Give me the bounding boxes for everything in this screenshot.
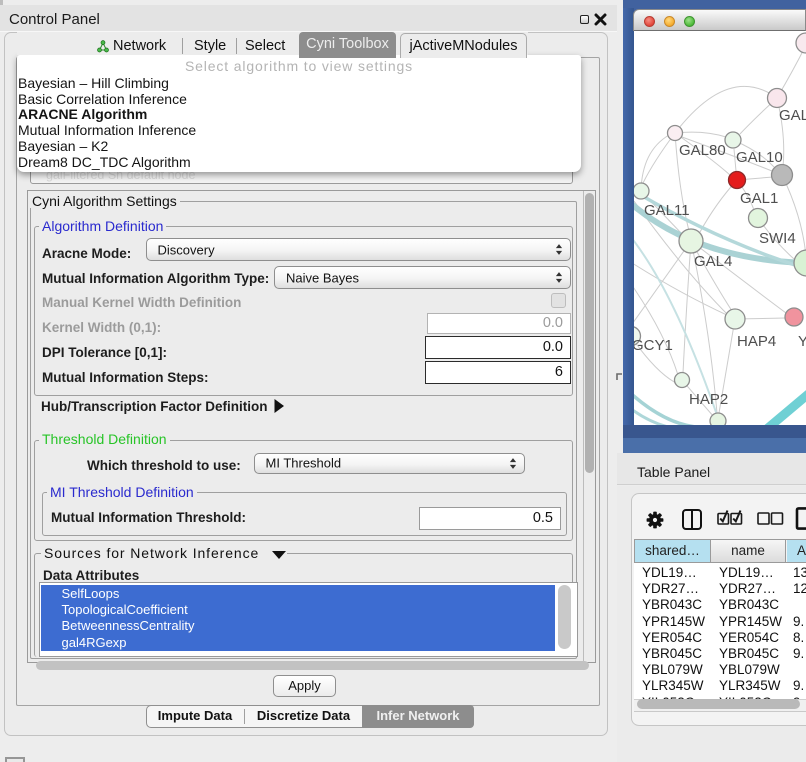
svg-text:YE: YE: [798, 333, 806, 350]
svg-text:HAP4: HAP4: [737, 333, 776, 350]
svg-text:GAL11: GAL11: [644, 202, 690, 219]
svg-text:GAL7: GAL7: [779, 107, 806, 124]
svg-text:GAL10: GAL10: [736, 149, 783, 166]
svg-text:GAL80: GAL80: [679, 142, 726, 159]
svg-text:GCY1: GCY1: [634, 337, 673, 354]
svg-text:SWI4: SWI4: [759, 230, 796, 247]
svg-text:GAL1: GAL1: [740, 190, 778, 207]
svg-text:HAP2: HAP2: [689, 391, 728, 408]
svg-text:GAL4: GAL4: [694, 253, 732, 270]
